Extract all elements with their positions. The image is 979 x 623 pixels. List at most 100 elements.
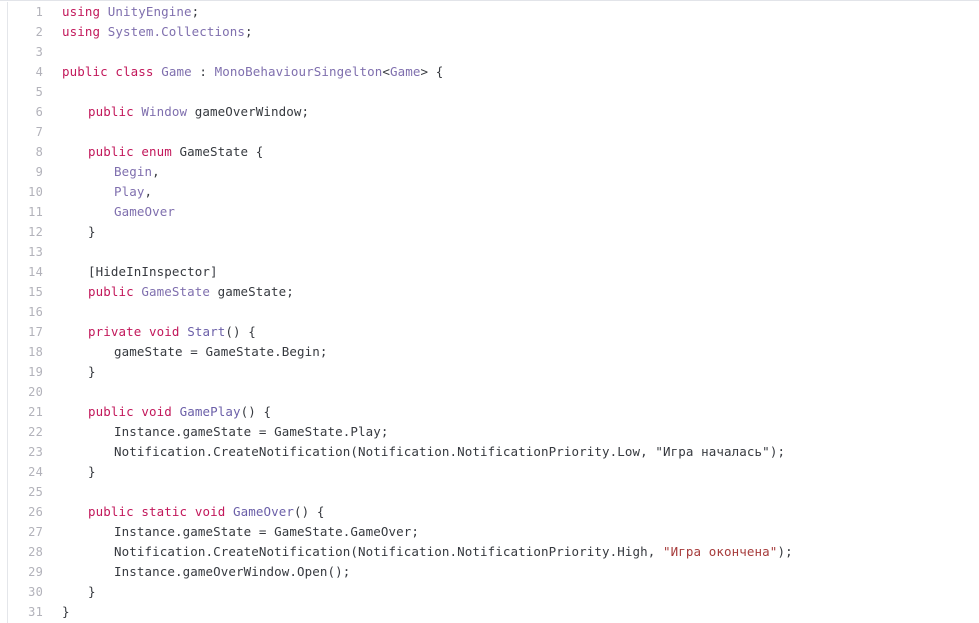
code-line[interactable]: 15 public GameState gameState; [0, 282, 979, 302]
code-editor-pane[interactable]: 1 using UnityEngine; 2 using System.Collect… [0, 0, 979, 623]
line-content: [HideInInspector] [88, 262, 218, 282]
code-line[interactable]: 21 public void GamePlay() { [0, 402, 979, 422]
token-plain: () { [225, 324, 256, 339]
code-line[interactable]: 6 public Window gameOverWindow; [0, 102, 979, 122]
line-number: 1 [35, 5, 43, 19]
code-line[interactable]: 5 [0, 82, 979, 102]
code-line[interactable]: 22 Instance.gameState = GameState.Play; [0, 422, 979, 442]
line-content: Notification.CreateNotification(Notifica… [114, 542, 793, 562]
code-line[interactable]: 3 [0, 42, 979, 62]
token-plain: () { [240, 404, 272, 419]
line-number: 25 [28, 485, 43, 499]
code-line[interactable]: 27 Instance.gameState = GameState.GameOve… [0, 522, 979, 542]
line-content: Instance.gameState = GameState.GameOver; [114, 522, 419, 542]
line-content: Instance.gameState = GameState.Play; [114, 422, 389, 442]
code-line[interactable]: 16 [0, 302, 979, 322]
line-number: 20 [28, 385, 43, 399]
token-plain: "Игра началась" [655, 444, 770, 459]
code-line[interactable]: 30} [0, 582, 979, 602]
token-plain: Notification.CreateNotification(Notifica… [114, 444, 656, 459]
token-fn: GamePlay [179, 404, 241, 419]
line-number: 30 [28, 585, 43, 599]
token-kw: public [88, 104, 134, 119]
line-content: public void GamePlay() { [88, 402, 271, 422]
token-type: UnityEngine [107, 4, 192, 19]
token-plain: } [62, 604, 70, 619]
line-content: public GameState gameState; [88, 282, 294, 302]
token-kw: void [194, 504, 226, 519]
line-content: } [88, 222, 96, 242]
line-number: 17 [28, 325, 43, 339]
token-plain: () { [293, 504, 325, 519]
token-kw: using [62, 4, 101, 19]
line-content: gameState = GameState.Begin; [114, 342, 328, 362]
line-content: } [62, 602, 70, 622]
token-attr: [HideInInspector] [88, 264, 218, 279]
code-line[interactable]: 18 gameState = GameState.Begin; [0, 342, 979, 362]
token-plain: } [88, 364, 96, 379]
line-number: 13 [28, 245, 43, 259]
code-line[interactable]: 14 [HideInInspector] [0, 262, 979, 282]
code-line[interactable]: 7 [0, 122, 979, 142]
line-content: public enum GameState { [88, 142, 263, 162]
line-number: 8 [35, 145, 43, 159]
token-plain: } [88, 224, 96, 239]
line-number: 24 [28, 465, 43, 479]
line-number: 5 [35, 85, 43, 99]
code-line[interactable]: 20 [0, 382, 979, 402]
token-plain: Instance.gameState = GameState.Play; [114, 424, 389, 439]
code-line[interactable]: 11 GameOver [0, 202, 979, 222]
code-line[interactable]: 10 Play, [0, 182, 979, 202]
code-line[interactable]: 13 [0, 242, 979, 262]
token-member: GameOver [114, 204, 176, 219]
token-kw: private [88, 324, 142, 339]
code-line[interactable]: 25 [0, 482, 979, 502]
line-number: 3 [35, 45, 43, 59]
line-content: Notification.CreateNotification(Notifica… [114, 442, 785, 462]
line-number: 11 [28, 205, 43, 219]
code-line[interactable]: 8 public enum GameState { [0, 142, 979, 162]
token-member: Begin [114, 164, 153, 179]
code-line[interactable]: 19} [0, 362, 979, 382]
code-line[interactable]: 26 public static void GameOver() { [0, 502, 979, 522]
code-line[interactable]: 12} [0, 222, 979, 242]
token-kw: public [88, 144, 134, 159]
code-line[interactable]: 31} [0, 602, 979, 622]
token-kw: class [115, 64, 154, 79]
code-line[interactable]: 9 Begin, [0, 162, 979, 182]
code-line[interactable]: 28 Notification.CreateNotification(Notifi… [0, 542, 979, 562]
token-type: System.Collections [107, 24, 246, 39]
token-member: Play [114, 184, 145, 199]
token-type: MonoBehaviourSingelton [214, 64, 383, 79]
line-content: public static void GameOver() { [88, 502, 325, 522]
line-content: } [88, 582, 96, 602]
code-line[interactable]: 24} [0, 462, 979, 482]
code-line[interactable]: 29 Instance.gameOverWindow.Open(); [0, 562, 979, 582]
code-line[interactable]: 1 using UnityEngine; [0, 2, 979, 22]
line-number: 27 [28, 525, 43, 539]
token-kw: public [88, 504, 134, 519]
line-number: 22 [28, 425, 43, 439]
line-number: 12 [28, 225, 43, 239]
code-line[interactable]: 17 private void Start() { [0, 322, 979, 342]
token-plain: ; [245, 24, 253, 39]
line-number: 21 [28, 405, 43, 419]
token-plain: gameState = GameState.Begin; [114, 344, 328, 359]
token-type: Game [161, 64, 192, 79]
token-plain: , [152, 164, 160, 179]
code-line[interactable]: 23 Notification.CreateNotification(Notifi… [0, 442, 979, 462]
token-kw: void [149, 324, 180, 339]
code-line-list: 1 using UnityEngine; 2 using System.Collect… [0, 2, 979, 622]
line-number: 26 [28, 505, 43, 519]
code-line[interactable]: 4 public class Game : MonoBehaviourSingel… [0, 62, 979, 82]
line-content: } [88, 462, 96, 482]
code-line[interactable]: 2 using System.Collections; [0, 22, 979, 42]
line-content: using System.Collections; [62, 22, 253, 42]
line-content: public Window gameOverWindow; [88, 102, 309, 122]
line-content: public class Game : MonoBehaviourSingelt… [62, 62, 443, 82]
token-kw: static [141, 504, 188, 519]
